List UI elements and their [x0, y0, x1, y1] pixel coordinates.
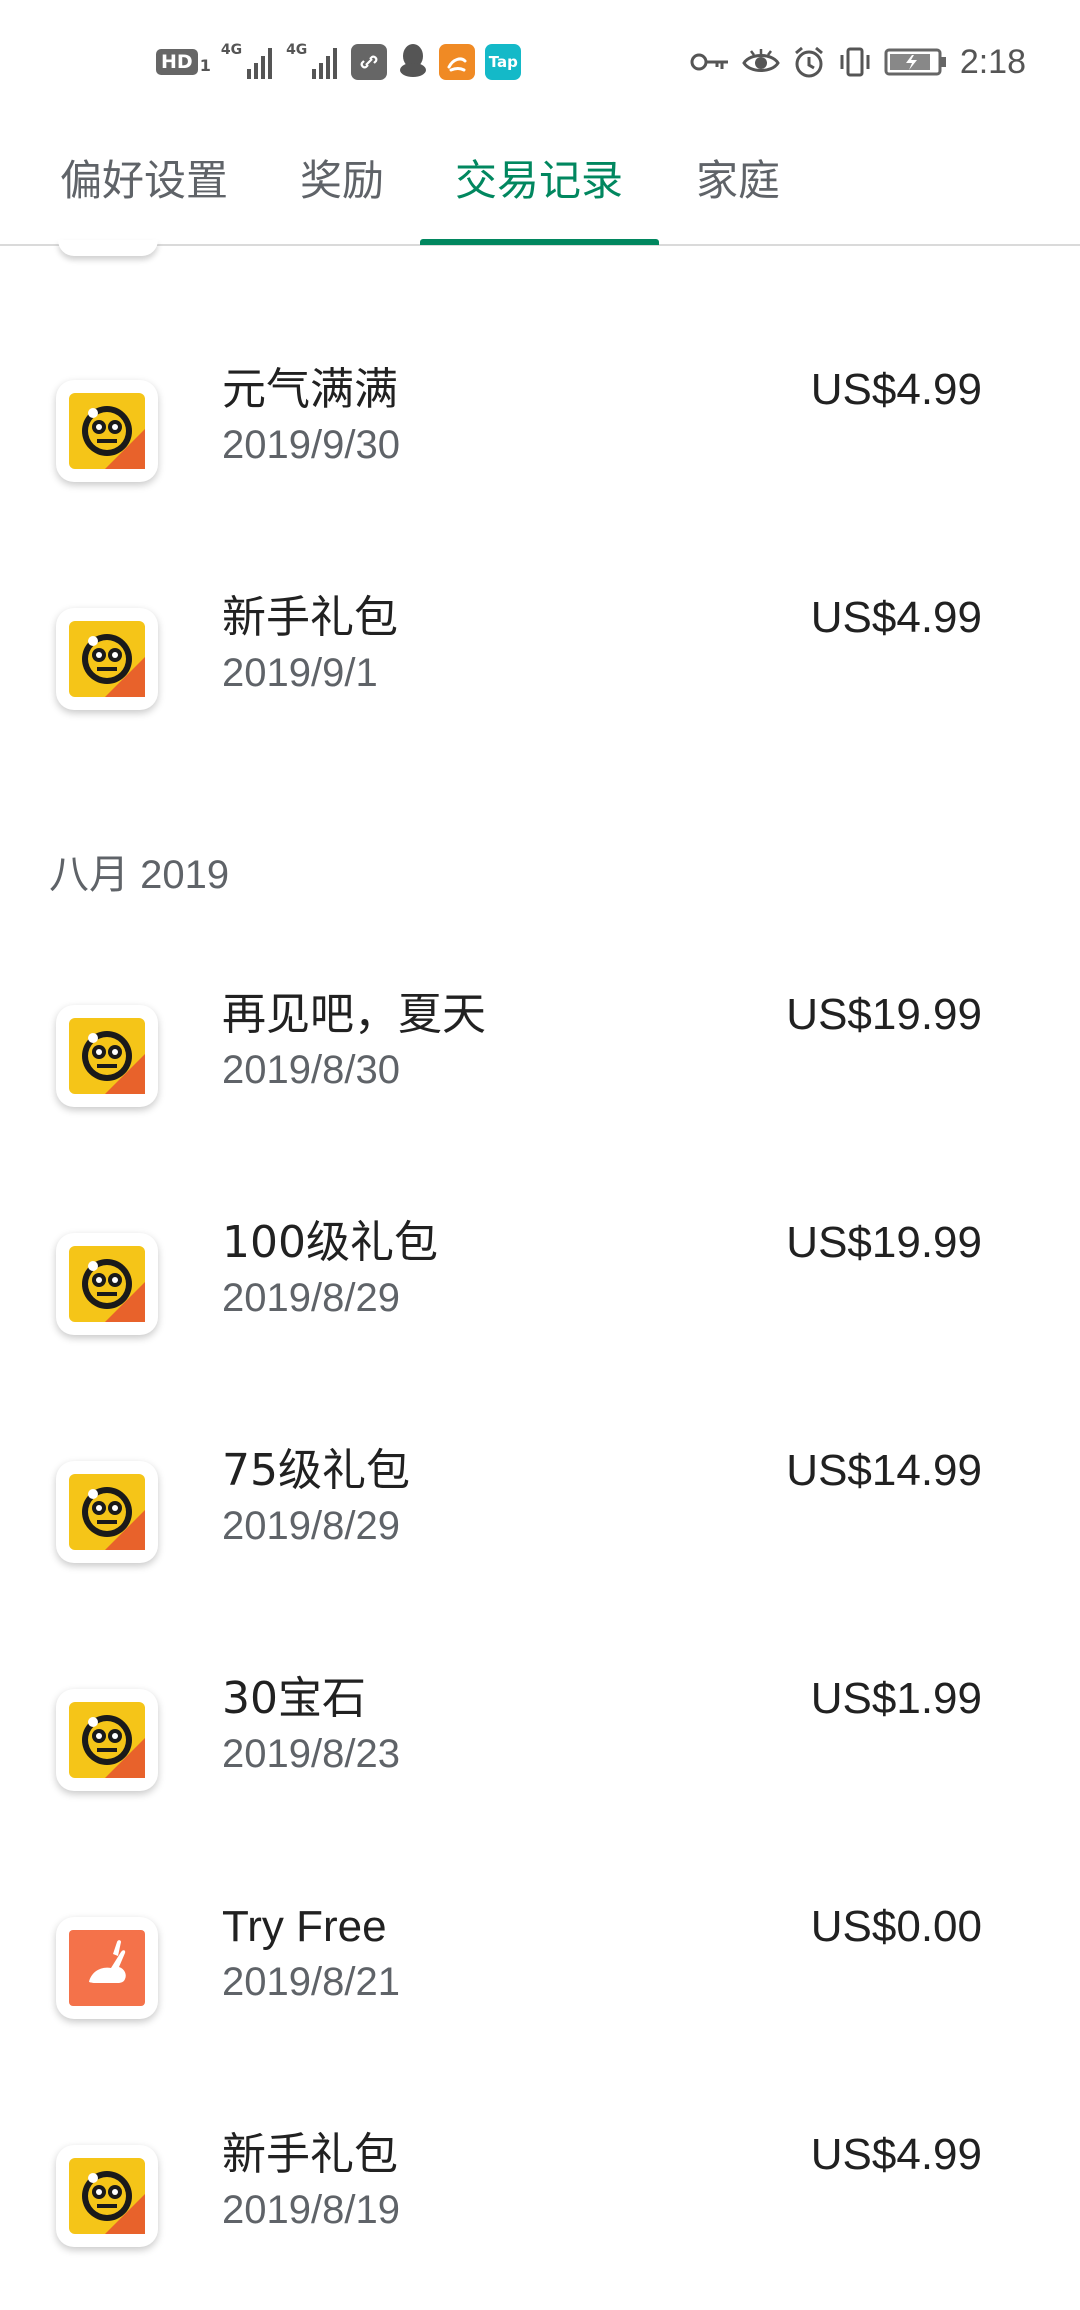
- brawl-stars-icon: [56, 1233, 158, 1335]
- transaction-row[interactable]: Try Free 2019/8/21 US$0.00: [0, 1902, 1080, 2117]
- transaction-row[interactable]: 再见吧，夏天 2019/8/30 US$19.99: [0, 989, 1080, 1205]
- item-name: 100级礼包: [222, 1217, 438, 1268]
- item-date: 2019/9/1: [222, 651, 378, 695]
- hd-icon: HD 1: [156, 49, 211, 75]
- item-price: US$14.99: [786, 1446, 982, 1495]
- item-date: 2019/8/23: [222, 1732, 400, 1776]
- transaction-row[interactable]: 新手礼包 2019/8/19 US$4.99: [0, 2129, 1080, 2310]
- brawl-stars-icon: [56, 608, 158, 710]
- transaction-row[interactable]: 75级礼包 2019/8/29 US$14.99: [0, 1445, 1080, 1661]
- item-price: US$19.99: [786, 1218, 982, 1267]
- item-date: 2019/8/30: [222, 1048, 400, 1092]
- transaction-row[interactable]: 30宝石 2019/8/23 US$1.99: [0, 1673, 1080, 1889]
- item-name: 新手礼包: [222, 2129, 398, 2180]
- network-type-label: 4G: [220, 42, 243, 58]
- item-price: US$19.99: [786, 990, 982, 1039]
- active-tab-indicator: [420, 239, 659, 245]
- brawl-stars-icon: [56, 1461, 158, 1563]
- item-date: 2019/8/29: [222, 1504, 400, 1548]
- item-price: US$4.99: [810, 2130, 982, 2179]
- status-left-icons: HD 1 4G 4G Tap: [156, 40, 522, 84]
- item-name: 75级礼包: [222, 1445, 410, 1496]
- link-app-icon: [351, 44, 388, 80]
- transaction-row[interactable]: 新手礼包 2019/9/1 US$4.99: [0, 592, 1080, 808]
- item-name: 元气满满: [222, 364, 398, 415]
- item-date: 2019/9/30: [222, 423, 400, 467]
- tab-preferences[interactable]: 偏好设置: [60, 146, 228, 216]
- uc-browser-icon: [439, 44, 476, 80]
- tab-order-history[interactable]: 交易记录: [455, 146, 623, 216]
- eye-icon: [742, 49, 780, 72]
- brawl-stars-icon: [56, 380, 158, 482]
- brawl-stars-icon: [56, 1689, 158, 1791]
- item-price: US$1.99: [810, 1674, 982, 1723]
- tab-bar: 偏好设置 奖励 交易记录 家庭: [0, 120, 1080, 246]
- section-header-month: 八月 2019: [49, 853, 230, 897]
- key-icon: [690, 53, 728, 71]
- item-price: US$0.00: [810, 1902, 982, 1951]
- vibrate-icon: [840, 47, 870, 77]
- clock-time: 2:18: [959, 42, 1026, 81]
- item-date: 2019/8/19: [222, 2188, 400, 2232]
- item-name: 30宝石: [222, 1673, 366, 1724]
- brawl-stars-icon: [56, 1005, 158, 1107]
- transaction-row[interactable]: 100级礼包 2019/8/29 US$19.99: [0, 1217, 1080, 1433]
- item-date: 2019/8/29: [222, 1276, 400, 1320]
- signal-icon: [247, 48, 273, 79]
- partial-list-item-icon: [58, 240, 158, 256]
- item-date: 2019/8/21: [222, 1960, 400, 2004]
- item-name: Try Free: [222, 1902, 387, 1951]
- battery-icon: [884, 48, 946, 76]
- item-price: US$4.99: [810, 593, 982, 642]
- item-name: 再见吧，夏天: [222, 989, 486, 1040]
- status-bar: HD 1 4G 4G Tap 2:18: [0, 0, 1080, 120]
- alarm-icon: [794, 46, 823, 78]
- tab-rewards[interactable]: 奖励: [300, 146, 384, 216]
- signal-icon-2: [312, 48, 338, 79]
- tab-family[interactable]: 家庭: [696, 146, 780, 216]
- item-name: 新手礼包: [222, 592, 398, 643]
- taptap-icon: Tap: [485, 44, 522, 80]
- brawl-stars-icon: [56, 2145, 158, 2247]
- item-price: US$4.99: [810, 365, 982, 414]
- transaction-row[interactable]: 元气满满 2019/9/30 US$4.99: [0, 364, 1080, 580]
- rabbit-app-icon: [56, 1917, 158, 2019]
- status-right-icons: 2:18: [690, 40, 1026, 84]
- qq-icon: [397, 42, 429, 82]
- network-type-label-2: 4G: [286, 42, 308, 58]
